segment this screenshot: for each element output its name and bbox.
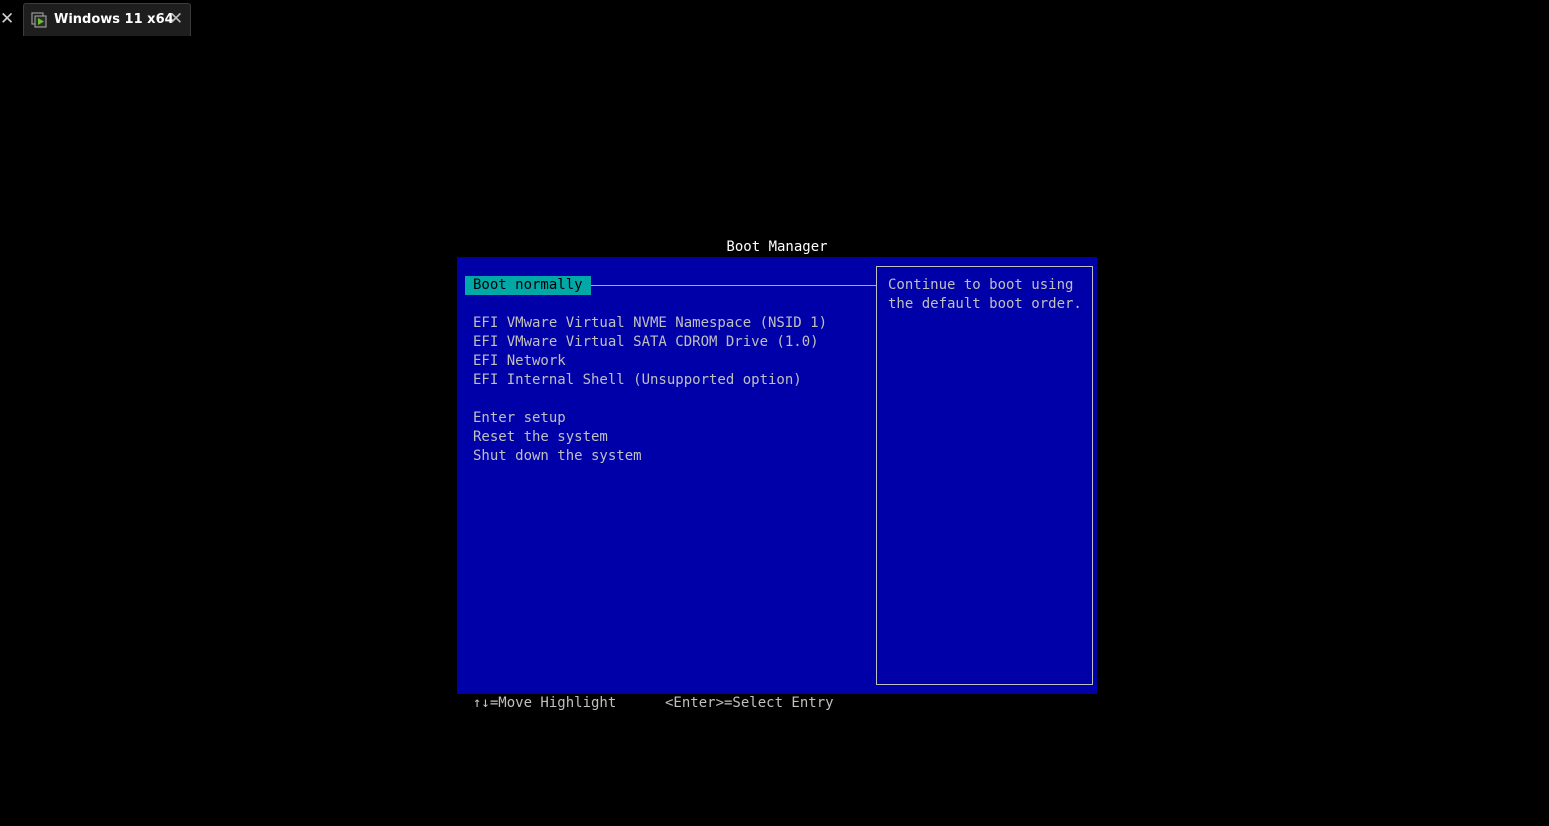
menu-item-reset-system[interactable]: Reset the system: [473, 428, 608, 447]
menu-item-efi-nvme[interactable]: EFI VMware Virtual NVME Namespace (NSID …: [473, 314, 827, 333]
tab-close-icon[interactable]: ✕: [168, 9, 184, 29]
help-text: Continue to boot using the default boot …: [888, 277, 1082, 312]
menu-item-efi-network[interactable]: EFI Network: [473, 352, 566, 371]
tab-windows-11-x64[interactable]: Windows 11 x64 ✕: [23, 3, 191, 36]
boot-manager-title: Boot Manager: [726, 239, 828, 255]
menu-item-boot-normally[interactable]: Boot normally: [465, 276, 591, 295]
menu-divider-line: [585, 285, 876, 286]
footer-select-hint: <Enter>=Select Entry: [665, 695, 834, 711]
close-icon[interactable]: ✕: [0, 9, 14, 29]
tab-title: Windows 11 x64: [54, 12, 174, 27]
vm-icon: [31, 12, 47, 28]
help-box: Continue to boot using the default boot …: [876, 266, 1093, 685]
menu-item-enter-setup[interactable]: Enter setup: [473, 409, 566, 428]
boot-manager-panel: Boot normally EFI VMware Virtual NVME Na…: [457, 257, 1097, 694]
tab-bar: ✕ Windows 11 x64 ✕: [0, 0, 1549, 38]
menu-item-efi-sata-cdrom[interactable]: EFI VMware Virtual SATA CDROM Drive (1.0…: [473, 333, 819, 352]
menu-item-efi-internal-shell[interactable]: EFI Internal Shell (Unsupported option): [473, 371, 802, 390]
menu-item-shut-down-system[interactable]: Shut down the system: [473, 447, 642, 466]
footer-move-hint: ↑↓=Move Highlight: [473, 695, 617, 711]
